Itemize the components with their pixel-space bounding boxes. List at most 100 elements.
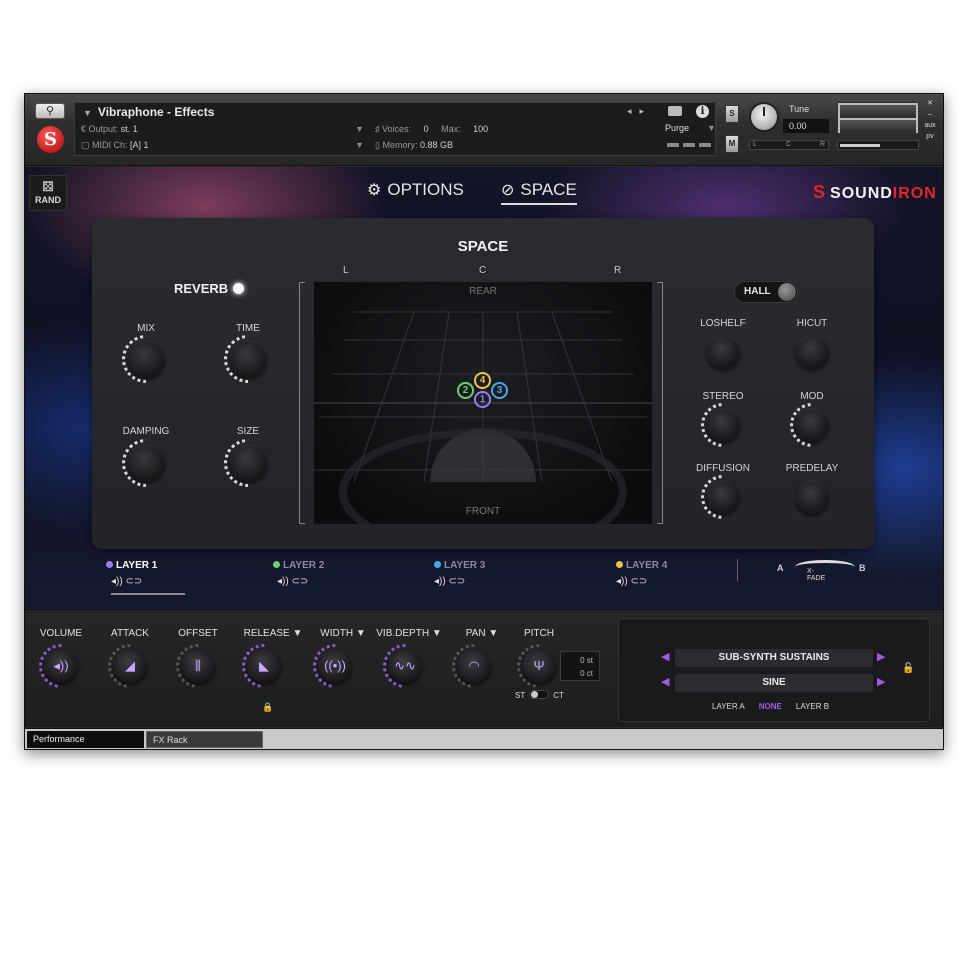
row2-next-arrow-icon[interactable]: ▶	[877, 675, 885, 688]
spatial-position-grid[interactable]: REAR FRONT 4 2 3 1	[314, 282, 652, 524]
damping-label: DAMPING	[122, 426, 170, 437]
close-icon[interactable]: ✕	[923, 98, 937, 109]
predelay-knob[interactable]	[795, 480, 829, 514]
midi-icon: ▢	[81, 140, 93, 150]
vib-depth-label[interactable]: VIB.DEPTH ▼	[374, 628, 444, 639]
layer-3-tab[interactable]: LAYER 3	[434, 560, 485, 571]
volume-knob[interactable]: ◂))	[44, 649, 78, 683]
time-label: TIME	[236, 323, 260, 334]
midi-channel-value[interactable]: [A] 1	[130, 140, 149, 150]
pitch-semitones[interactable]: 0 st	[561, 654, 593, 667]
offset-label: OFFSET	[178, 628, 218, 639]
output-value[interactable]: st. 1	[121, 124, 138, 134]
layer-b-option[interactable]: LAYER B	[796, 702, 829, 711]
row1-next-arrow-icon[interactable]: ▶	[877, 650, 885, 663]
layer-4-link-icon[interactable]: ⊂⊃	[630, 576, 647, 587]
articulation-selector-panel: ◀ SUB-SYNTH SUSTAINS ▶ ◀ SINE ▶ 🔓 LAYER …	[618, 618, 930, 722]
dropdown-caret-icon[interactable]: ▼	[83, 108, 92, 118]
unlock-icon[interactable]: 🔓	[902, 663, 914, 674]
layer-1-position-marker[interactable]: 1	[474, 391, 491, 408]
attack-knob[interactable]: ◢	[113, 649, 147, 683]
max-voices-value[interactable]: 100	[473, 124, 488, 134]
release-label[interactable]: RELEASE ▼	[238, 628, 308, 639]
layer-4-speaker-icon[interactable]: ◂))	[616, 576, 628, 587]
stereo-knob[interactable]	[706, 408, 740, 442]
release-lock-icon[interactable]: 🔒	[262, 702, 273, 713]
label-left: L	[343, 265, 349, 276]
purge-button[interactable]: Purge	[665, 123, 689, 133]
output-level-indicator	[667, 143, 713, 147]
grid-rear-label: REAR	[469, 286, 497, 297]
purge-dropdown-icon[interactable]: ▼	[707, 123, 716, 133]
width-label[interactable]: WIDTH ▼	[308, 628, 378, 639]
pitch-cents[interactable]: 0 ct	[561, 667, 593, 680]
reverb-toggle[interactable]: REVERB	[174, 281, 245, 296]
release-knob[interactable]: ◣	[247, 649, 281, 683]
hicut-knob[interactable]	[795, 335, 829, 369]
tab-space[interactable]: ⊘ SPACE	[501, 180, 577, 205]
mod-knob[interactable]	[795, 408, 829, 442]
info-icon[interactable]: i	[696, 105, 709, 118]
loshelf-knob[interactable]	[706, 335, 740, 369]
solo-button[interactable]: S	[725, 105, 739, 123]
pitch-knob[interactable]: Ψ	[522, 649, 556, 683]
wrench-icon[interactable]: ⚲	[35, 103, 65, 119]
pan-knob[interactable]: ◠	[457, 649, 491, 683]
layer-a-option[interactable]: LAYER A	[712, 702, 745, 711]
row1-prev-arrow-icon[interactable]: ◀	[661, 650, 669, 663]
voices-value: 0	[423, 124, 429, 134]
layer-3-link-icon[interactable]: ⊂⊃	[448, 576, 465, 587]
articulation-selector[interactable]: SUB-SYNTH SUSTAINS	[675, 649, 873, 667]
minimize-icon[interactable]: –	[923, 109, 937, 120]
pitch-readout[interactable]: 0 st 0 ct	[560, 651, 600, 681]
none-option[interactable]: NONE	[759, 702, 782, 711]
diffusion-knob[interactable]	[706, 480, 740, 514]
waveform-selector[interactable]: SINE	[675, 674, 873, 692]
size-knob[interactable]	[229, 444, 267, 482]
prev-next-arrows-icon[interactable]: ◂▸	[627, 106, 652, 117]
st-ct-switch[interactable]: ST CT	[515, 690, 564, 700]
width-knob[interactable]: ((•))	[318, 649, 352, 683]
layer-2-speaker-icon[interactable]: ◂))	[277, 576, 289, 587]
brand-sound: SOUND	[830, 185, 893, 202]
layer-2-position-marker[interactable]: 2	[457, 382, 474, 399]
layer-4-position-marker[interactable]: 4	[474, 372, 491, 389]
tune-knob[interactable]	[749, 102, 779, 132]
layer-2-label: LAYER 2	[283, 560, 325, 571]
layer-1-link-icon[interactable]: ⊂⊃	[125, 576, 142, 587]
layer-3-position-marker[interactable]: 3	[491, 382, 508, 399]
hall-mode-toggle[interactable]: HALL	[734, 281, 798, 303]
midi-dropdown-icon[interactable]: ▼	[355, 140, 364, 150]
tune-value[interactable]: 0.00	[783, 119, 829, 133]
layer-2-link-icon[interactable]: ⊂⊃	[291, 576, 308, 587]
layer-4-tab[interactable]: LAYER 4	[616, 560, 667, 571]
mute-button[interactable]: M	[725, 135, 739, 153]
xfade-control[interactable]: A X-FADE B	[777, 560, 866, 582]
tab-performance[interactable]: Performance	[27, 731, 144, 748]
pv-button[interactable]: pv	[923, 131, 937, 142]
volume-slider[interactable]	[837, 140, 919, 150]
camera-icon[interactable]	[668, 106, 682, 116]
midi-label: MIDI Ch:	[92, 140, 128, 150]
row2-prev-arrow-icon[interactable]: ◀	[661, 675, 669, 688]
damping-knob[interactable]	[127, 444, 165, 482]
layer-3-speaker-icon[interactable]: ◂))	[434, 576, 446, 587]
offset-knob[interactable]: ⫼	[181, 649, 215, 683]
time-knob[interactable]	[229, 340, 267, 378]
layer-1-speaker-icon[interactable]: ◂))	[111, 576, 123, 587]
pan-slider[interactable]: L C R	[749, 140, 829, 150]
mod-label: MOD	[800, 391, 824, 402]
reverb-power-indicator[interactable]	[233, 283, 245, 294]
layer-2-tab[interactable]: LAYER 2	[273, 560, 324, 571]
layer-4-color-dot	[616, 561, 623, 568]
output-dropdown-icon[interactable]: ▼	[355, 124, 364, 134]
mix-knob[interactable]	[127, 340, 165, 378]
instrument-name[interactable]: Vibraphone - Effects	[98, 105, 214, 119]
st-ct-toggle[interactable]	[529, 690, 550, 699]
aux-button[interactable]: aux	[923, 120, 937, 131]
tab-options[interactable]: ⚙ OPTIONS	[367, 180, 464, 200]
vib-depth-knob[interactable]: ∿∿	[388, 649, 422, 683]
layer-1-tab[interactable]: LAYER 1	[106, 560, 157, 571]
rand-button[interactable]: ⚄ RAND	[29, 175, 67, 211]
tab-fx-rack[interactable]: FX Rack	[146, 731, 263, 748]
